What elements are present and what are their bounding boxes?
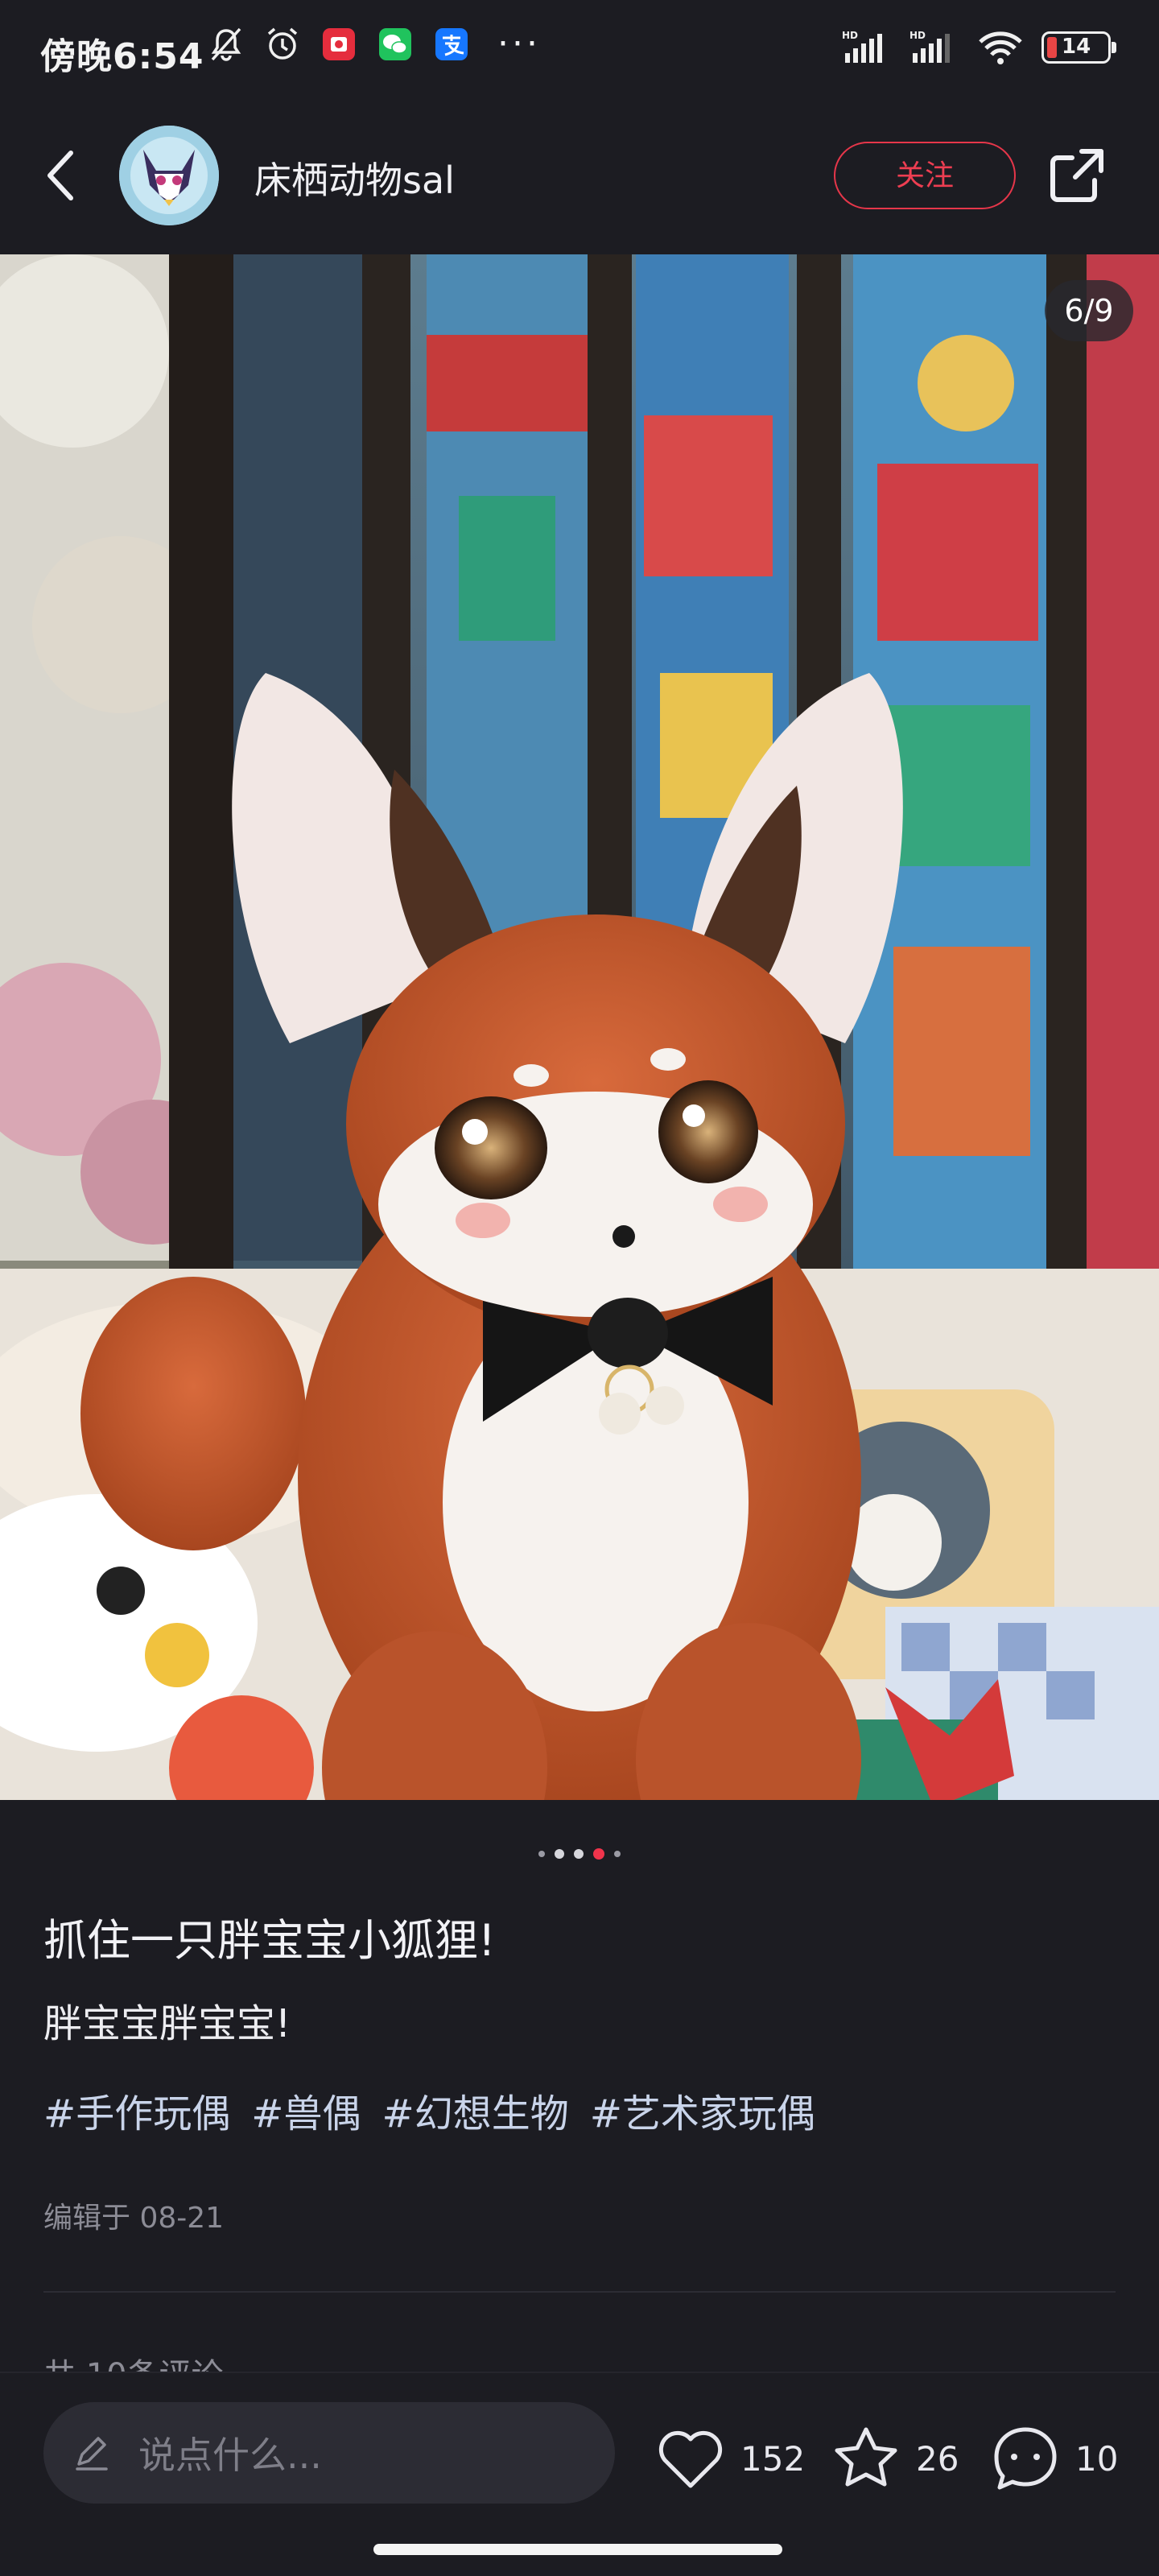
- heart-icon: [658, 2430, 723, 2488]
- bottom-action-bar: 说点什么... 152 26 10: [0, 2372, 1159, 2533]
- mute-bell-icon: [211, 27, 241, 61]
- hashtag-link[interactable]: #艺术家玩偶: [590, 2082, 815, 2138]
- like-button[interactable]: 152: [654, 2421, 805, 2496]
- comment-button[interactable]: 10: [988, 2421, 1118, 2496]
- status-time: 傍晚6:54: [40, 36, 204, 77]
- alarm-icon: [267, 27, 298, 60]
- favorite-button[interactable]: 26: [829, 2421, 959, 2496]
- plush-fox-photo: [0, 254, 1159, 1800]
- status-notification-icons: ···: [208, 26, 541, 63]
- wifi-icon: [979, 31, 1022, 64]
- like-count: 152: [740, 2438, 806, 2479]
- author-name[interactable]: 床栖动物sal: [254, 151, 455, 204]
- image-page-counter: 6/9: [1045, 280, 1133, 341]
- edit-date: 编辑于 08-21: [43, 2202, 225, 2235]
- hashtag-link[interactable]: #手作玩偶: [43, 2082, 230, 2138]
- hashtag-link[interactable]: #幻想生物: [382, 2082, 568, 2138]
- carousel-dot: [555, 1849, 564, 1859]
- alipay-icon: [435, 28, 468, 60]
- comment-count-badge: 10: [1075, 2438, 1119, 2479]
- red-app-icon: [323, 28, 355, 60]
- network-label-2: HD: [909, 30, 926, 41]
- share-icon[interactable]: [1046, 145, 1107, 206]
- post-header: 床栖动物sal 关注: [0, 119, 1159, 232]
- star-icon: [835, 2427, 897, 2487]
- comment-input[interactable]: 说点什么...: [43, 2402, 615, 2504]
- comment-placeholder: 说点什么...: [138, 2434, 322, 2477]
- carousel-indicator: [0, 1848, 1159, 1860]
- tag-list: #手作玩偶 #兽偶 #幻想生物 #艺术家玩偶: [43, 2082, 815, 2138]
- cellular-signal-2-icon: HD: [909, 30, 950, 63]
- pencil-icon: [76, 2437, 108, 2471]
- status-bar: 傍晚6:54 ··· HD HD 14: [0, 0, 1159, 105]
- comment-bubble-icon: [994, 2427, 1057, 2490]
- status-system-icons: HD HD 14: [842, 29, 1116, 66]
- post-detail-page: 傍晚6:54 ··· HD HD 14 床栖动物sal 关注 6/9 抓住一只胖…: [0, 0, 1159, 2576]
- follow-button[interactable]: 关注: [834, 142, 1016, 209]
- avatar[interactable]: [119, 126, 219, 225]
- divider: [43, 2291, 1116, 2293]
- hashtag-link[interactable]: #兽偶: [251, 2082, 361, 2138]
- favorite-count: 26: [916, 2438, 959, 2479]
- carousel-dot: [614, 1851, 621, 1857]
- carousel-dot: [538, 1851, 545, 1857]
- home-indicator[interactable]: [373, 2544, 782, 2555]
- post-body: 胖宝宝胖宝宝!: [43, 2001, 291, 2046]
- post-title: 抓住一只胖宝宝小狐狸!: [43, 1915, 496, 1966]
- carousel-dot: [574, 1849, 584, 1859]
- carousel-dot-active: [593, 1848, 604, 1860]
- wechat-icon: [379, 28, 411, 60]
- cellular-signal-icon: HD: [842, 30, 882, 63]
- network-label: HD: [842, 30, 858, 41]
- comment-count: 共 10条评论: [43, 2349, 224, 2372]
- back-button[interactable]: [32, 143, 89, 208]
- avatar-fox-icon: [119, 126, 219, 225]
- more-notifications-icon: ···: [497, 23, 541, 64]
- post-image-carousel[interactable]: 6/9: [0, 254, 1159, 1800]
- battery-icon: 14: [1041, 31, 1116, 64]
- battery-level: 14: [1062, 35, 1091, 59]
